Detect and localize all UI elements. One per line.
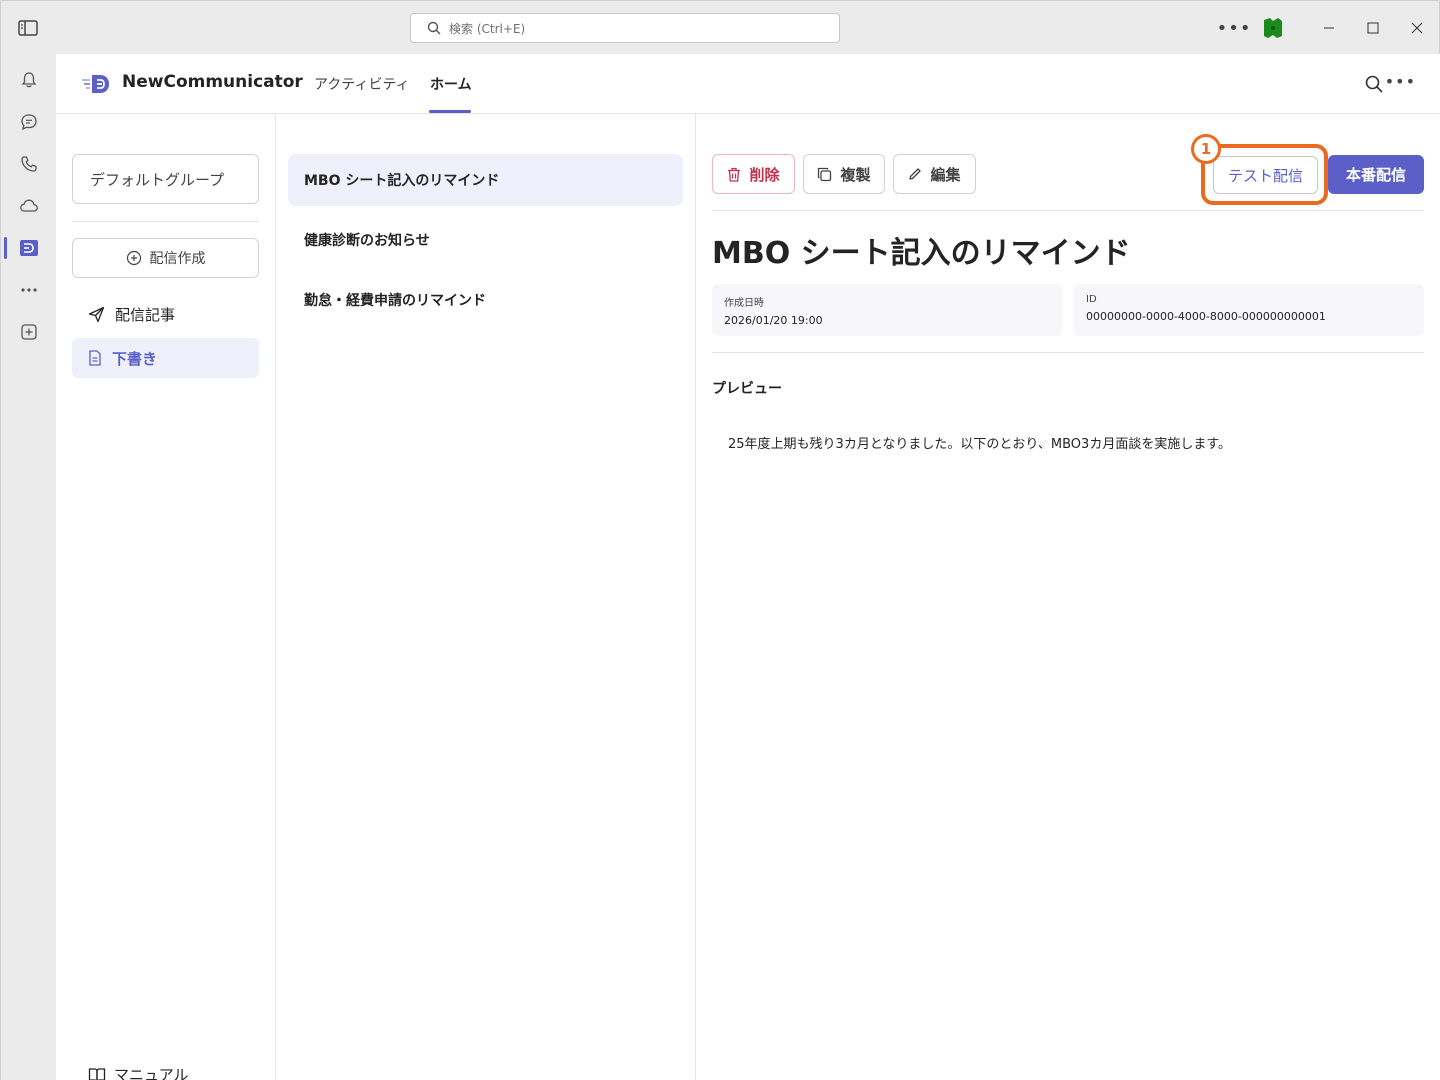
list-item[interactable]: 勤怠・経費申請のリマインド [288,274,683,326]
id-label: ID [1086,294,1097,305]
step-badge: 1 [1191,134,1221,164]
send-icon [88,306,105,322]
production-delivery-button[interactable]: 本番配信 [1328,155,1424,194]
chat-icon[interactable] [1,102,57,142]
page-title: MBO シート記入のリマインド [712,236,1131,271]
duplicate-label: 複製 [840,165,871,184]
minimize-icon [1324,27,1334,29]
search-icon[interactable] [1364,74,1384,94]
maximize-button[interactable] [1351,1,1395,55]
duplicate-button[interactable]: 複製 [803,154,885,194]
plus-circle-icon [126,250,141,266]
app-header: NewCommunicator アクティビティ ホーム ••• [56,54,1440,114]
tab-home[interactable]: ホーム [430,74,472,94]
test-delivery-button[interactable]: テスト配信 [1213,156,1318,194]
group-selector[interactable]: デフォルトグループ [72,154,259,204]
detail-pane: 削除 複製 編集 テスト配信 1 本番配信 MBO シート記入のリマインド 作成… [696,114,1440,1080]
preview-heading: プレビュー [712,381,782,397]
manual-link[interactable]: マニュアル [88,1064,189,1080]
calls-icon[interactable] [1,144,57,184]
more-options-icon[interactable]: ••• [1217,13,1251,43]
draft-list: MBO シート記入のリマインド 健康診断のお知らせ 勤怠・経費申請のリマインド [276,114,696,1080]
delete-button[interactable]: 削除 [712,154,795,194]
minimize-button[interactable] [1307,1,1351,55]
manual-label: マニュアル [114,1066,189,1080]
newcommunicator-logo-icon [80,72,112,96]
newcommunicator-app-icon[interactable] [1,228,57,268]
avatar[interactable] [1261,16,1285,40]
pencil-icon [909,168,922,180]
id-value: 00000000-0000-4000-8000-000000000001 [1086,310,1326,323]
book-icon [88,1067,106,1080]
more-apps-icon[interactable] [1,270,57,310]
list-item[interactable]: 健康診断のお知らせ [288,214,683,266]
created-at-card: 作成日時 2026/01/20 19:00 [712,284,1062,336]
divider [72,221,259,222]
document-icon [89,350,101,366]
title-bar: 検索 (Ctrl+E) ••• [0,0,1440,54]
more-options-icon[interactable]: ••• [1385,72,1416,91]
copy-icon [818,167,832,181]
list-item[interactable]: MBO シート記入のリマインド [288,154,683,206]
trash-icon [728,167,741,182]
search-icon [427,21,441,35]
close-icon [1411,22,1423,34]
maximize-icon [1367,22,1379,34]
divider [712,210,1424,211]
preview-body: 25年度上期も残り3カ月となりました。以下のとおり、MBO3カ月面談を実施します… [728,437,1232,452]
close-button[interactable] [1395,1,1439,55]
edit-button[interactable]: 編集 [893,154,976,194]
add-app-icon[interactable] [1,312,57,352]
nav-item-published[interactable]: 配信記事 [72,294,259,334]
edit-label: 編集 [930,165,961,184]
global-search-input[interactable]: 検索 (Ctrl+E) [410,13,840,43]
app-name: NewCommunicator [122,72,303,92]
search-placeholder: 検索 (Ctrl+E) [449,21,526,36]
tab-activity[interactable]: アクティビティ [314,74,410,94]
cloud-icon[interactable] [1,186,57,226]
nav-item-drafts[interactable]: 下書き [72,338,259,378]
sidebar-toggle-icon[interactable] [17,18,39,38]
create-delivery-button[interactable]: 配信作成 [72,238,259,278]
create-delivery-label: 配信作成 [149,251,206,267]
left-panel: デフォルトグループ 配信作成 配信記事 下書き マニュアル [56,114,276,1080]
divider [712,352,1424,353]
nav-item-label: 下書き [112,349,158,368]
created-at-label: 作成日時 [724,298,764,309]
app-rail [0,54,56,1080]
active-tab-underline [429,110,471,113]
delete-label: 削除 [749,165,780,184]
id-card: ID 00000000-0000-4000-8000-000000000001 [1074,284,1424,336]
nav-item-label: 配信記事 [115,305,176,324]
created-at-value: 2026/01/20 19:00 [724,314,823,327]
activity-bell-icon[interactable] [1,60,57,100]
